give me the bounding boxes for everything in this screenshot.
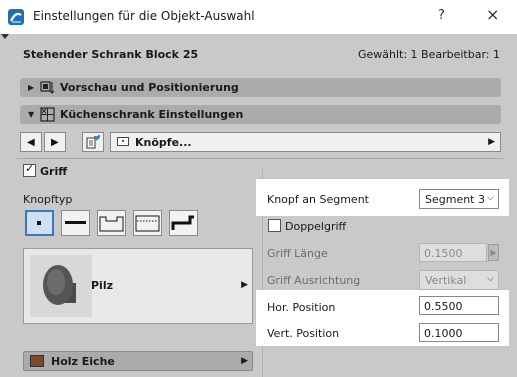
doppelgriff-checkbox[interactable] (268, 219, 281, 232)
material-label: Holz Eiche (51, 355, 115, 368)
help-button[interactable]: ? (438, 8, 445, 23)
material-arrow-icon: ▶ (241, 356, 248, 366)
hor-position-input[interactable]: 0.5500 (419, 296, 499, 315)
material-picker[interactable]: Holz Eiche ▶ (23, 351, 253, 371)
window-titlebar: Einstellungen für die Objekt-Auswahl ? × (0, 0, 517, 34)
divider (17, 158, 503, 159)
knob-type-bar-button[interactable] (61, 210, 90, 236)
close-button[interactable]: × (486, 5, 499, 24)
griff-checkbox[interactable]: ✓ (23, 162, 36, 177)
page-arrow-icon: ▶ (488, 137, 495, 147)
knob-type-dotted-button[interactable] (133, 210, 162, 236)
griff-ausrichtung-label: Griff Ausrichtung (267, 274, 361, 287)
griff-laenge-value: 0.1500 (424, 247, 463, 260)
page-icon (117, 137, 129, 146)
prev-page-button[interactable]: ◀ (20, 132, 42, 152)
expand-arrow-icon: ▶ (28, 83, 35, 92)
knob-type-dot-button[interactable] (25, 210, 54, 236)
prev-arrow-icon: ◀ (27, 137, 35, 148)
corner-triangle-icon (1, 34, 9, 39)
segment-select[interactable]: Segment 3 ⌵ (419, 189, 499, 209)
mushroom-knob-icon (30, 255, 92, 317)
segment-label: Knopf an Segment (267, 193, 369, 206)
selection-info: Gewählt: 1 Bearbeitbar: 1 (357, 48, 500, 61)
hor-position-label: Hor. Position (267, 301, 336, 314)
knob-preview-name: Pilz (91, 279, 114, 292)
dotted-line-icon (135, 215, 160, 232)
griff-ausrichtung-select[interactable]: Vertikal ⌵ (419, 270, 499, 290)
hor-position-value: 0.5500 (424, 300, 463, 313)
segment-value: Segment 3 (425, 193, 485, 206)
vert-position-label: Vert. Position (267, 327, 340, 340)
kitchen-cabinet-icon (40, 107, 55, 122)
next-arrow-icon: ▶ (51, 137, 59, 148)
griff-laenge-input[interactable]: 0.1500 (419, 243, 487, 262)
knob-type-notch-button[interactable] (97, 210, 126, 236)
material-swatch (30, 355, 44, 367)
griff-label: Griff (40, 165, 68, 178)
page-selector[interactable]: Knöpfe... ▶ (110, 132, 501, 152)
next-page-button[interactable]: ▶ (44, 132, 66, 152)
section-label: Vorschau und Positionierung (60, 81, 239, 94)
knob-preview-picker[interactable]: Pilz ▶ (23, 248, 253, 324)
knopftyp-label: Knopftyp (23, 193, 73, 206)
dot-knob-icon (37, 221, 41, 225)
knob-preview-image (30, 255, 92, 317)
chevron-down-icon: ⌵ (487, 274, 494, 284)
check-icon: ✓ (25, 162, 35, 175)
vert-position-input[interactable]: 0.1000 (419, 323, 499, 342)
section-label: Küchenschrank Einstellungen (60, 108, 244, 121)
object-name: Stehender Schrank Block 25 (23, 48, 199, 61)
page-label: Knöpfe... (135, 136, 192, 149)
hook-handle-icon (171, 215, 194, 230)
dialog-body: Stehender Schrank Block 25 Gewählt: 1 Be… (0, 34, 517, 377)
archicad-app-icon (8, 9, 24, 25)
vert-position-value: 0.1000 (424, 327, 463, 340)
chevron-down-icon: ⌵ (487, 193, 494, 203)
preview-position-icon (40, 81, 55, 94)
export-settings-icon (86, 135, 100, 149)
section-preview-positioning[interactable]: ▶ Vorschau und Positionierung (20, 78, 501, 97)
notch-handle-icon (99, 216, 124, 232)
knob-preview-arrow-icon: ▶ (241, 280, 248, 290)
griff-laenge-label: Griff Länge (267, 247, 328, 260)
griff-ausrichtung-value: Vertikal (425, 274, 467, 287)
doppelgriff-label: Doppelgriff (285, 220, 347, 233)
window-title: Einstellungen für die Objekt-Auswahl (33, 9, 255, 23)
collapse-arrow-icon: ▼ (28, 110, 35, 119)
favorites-button[interactable] (82, 132, 104, 152)
bar-handle-icon (65, 221, 86, 224)
section-kitchen-settings[interactable]: ▼ Küchenschrank Einstellungen (20, 105, 501, 124)
knob-type-hook-button[interactable] (169, 210, 198, 236)
griff-laenge-arrow-icon[interactable]: ▶ (488, 244, 499, 261)
